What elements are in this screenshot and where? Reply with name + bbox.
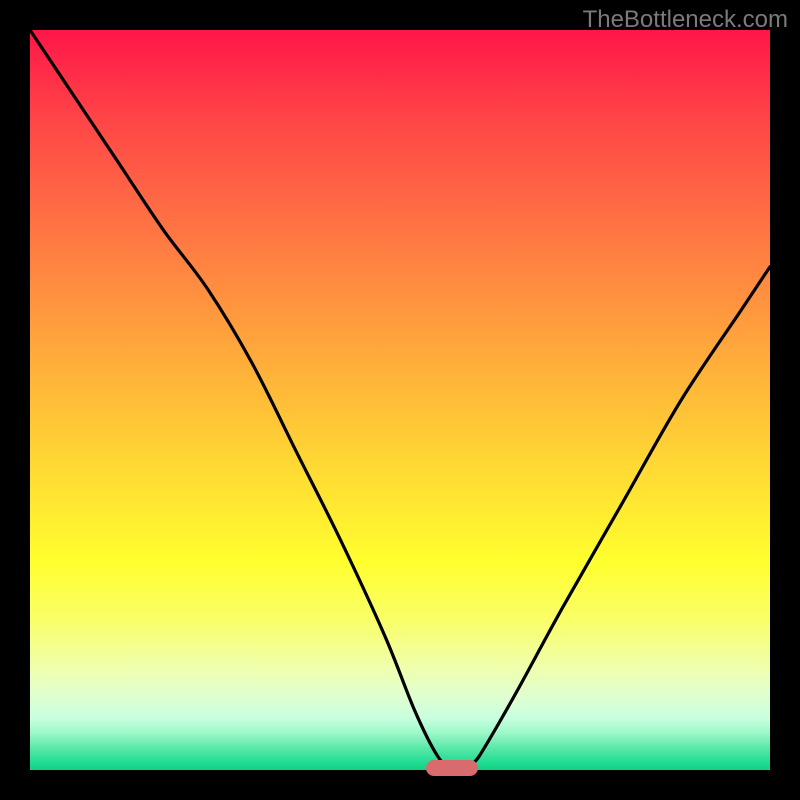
optimal-marker bbox=[426, 760, 478, 777]
chart-container: TheBottleneck.com bbox=[0, 0, 800, 800]
curve-svg bbox=[30, 30, 770, 770]
bottleneck-curve bbox=[30, 30, 770, 770]
watermark: TheBottleneck.com bbox=[583, 6, 788, 34]
